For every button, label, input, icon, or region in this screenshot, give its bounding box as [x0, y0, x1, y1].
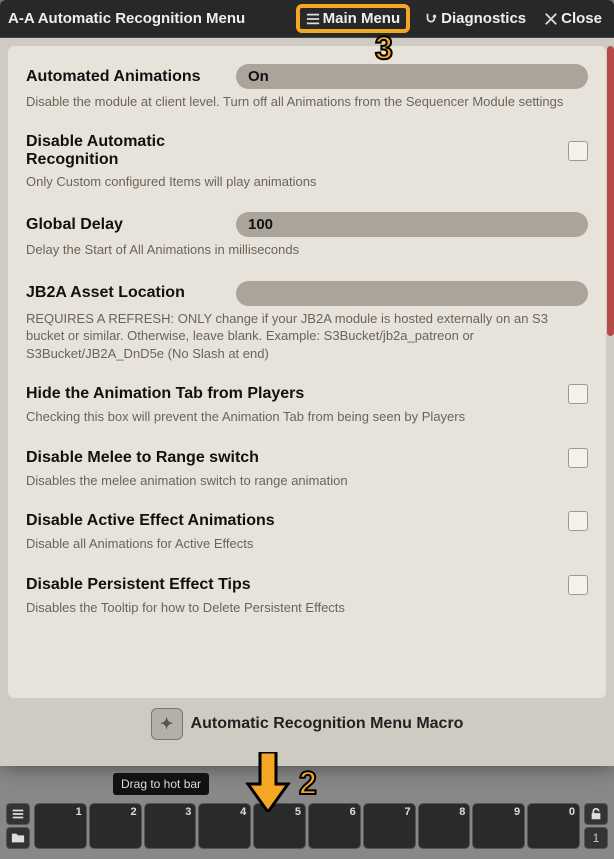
- close-button[interactable]: Close: [540, 8, 606, 29]
- setting-label: Disable Melee to Range switch: [26, 449, 568, 467]
- setting-label: Disable Persistent Effect Tips: [26, 576, 568, 594]
- setting-desc: Disable all Animations for Active Effect…: [26, 535, 588, 553]
- hotbar-page-number: 1: [593, 831, 600, 845]
- setting-label: Disable Active Effect Animations: [26, 512, 568, 530]
- setting-desc: Disable the module at client level. Turn…: [26, 93, 588, 111]
- close-label: Close: [561, 10, 602, 27]
- slot-number: 6: [350, 806, 356, 818]
- persist-tips-checkbox[interactable]: [568, 575, 588, 595]
- drag-tooltip: Drag to hot bar: [113, 773, 209, 795]
- hotbar-right-controls: 1: [584, 803, 608, 849]
- automated-animations-select[interactable]: On: [236, 64, 588, 89]
- slot-number: 1: [76, 806, 82, 818]
- setting-label: Global Delay: [26, 216, 236, 234]
- macro-label: Automatic Recognition Menu Macro: [191, 715, 464, 733]
- hotbar-slot[interactable]: 7: [363, 803, 416, 849]
- setting-label: Hide the Animation Tab from Players: [26, 385, 568, 403]
- hotbar-lock-button[interactable]: [584, 803, 608, 825]
- settings-window: A-A Automatic Recognition Menu Main Menu…: [0, 0, 614, 766]
- setting-desc: Disables the Tooltip for how to Delete P…: [26, 599, 588, 617]
- bars-icon: [11, 807, 25, 821]
- main-menu-label: Main Menu: [323, 10, 401, 27]
- hotbar-slot[interactable]: 8: [418, 803, 471, 849]
- setting-row-active-effect: Disable Active Effect Animations: [26, 511, 588, 531]
- annotation-2: 2: [299, 765, 317, 802]
- hotbar-slots: 1 2 3 4 5 6 7 8 9 0: [34, 803, 580, 849]
- jb2a-input[interactable]: [236, 281, 588, 306]
- macro-footer: ✦ Automatic Recognition Menu Macro: [8, 698, 606, 758]
- hotbar-left-controls: [6, 803, 30, 849]
- melee-range-checkbox[interactable]: [568, 448, 588, 468]
- slot-number: 5: [295, 806, 301, 818]
- lock-open-icon: [589, 807, 603, 821]
- setting-desc: Disables the melee animation switch to r…: [26, 472, 588, 490]
- setting-desc: Checking this box will prevent the Anima…: [26, 408, 588, 426]
- content-wrap: Automated Animations On Disable the modu…: [0, 38, 614, 766]
- setting-desc: REQUIRES A REFRESH: ONLY change if your …: [26, 310, 588, 363]
- hotbar-slot[interactable]: 9: [472, 803, 525, 849]
- setting-label: Disable Automatic Recognition: [26, 133, 236, 169]
- hide-tab-checkbox[interactable]: [568, 384, 588, 404]
- list-icon: [306, 12, 320, 26]
- setting-row-automated-animations: Automated Animations On: [26, 64, 588, 89]
- hotbar-slot[interactable]: 0: [527, 803, 580, 849]
- arrow-down-icon: [244, 752, 292, 812]
- global-delay-input[interactable]: [236, 212, 588, 237]
- setting-label: Automated Animations: [26, 68, 236, 86]
- setting-row-hide-tab: Hide the Animation Tab from Players: [26, 384, 588, 404]
- hotbar-slot[interactable]: 6: [308, 803, 361, 849]
- main-menu-button[interactable]: Main Menu: [296, 4, 411, 33]
- folder-icon: [11, 831, 25, 845]
- hotbar-folder-button[interactable]: [6, 827, 30, 849]
- diagnostics-label: Diagnostics: [441, 10, 526, 27]
- macro-icon[interactable]: ✦: [151, 708, 183, 740]
- hotbar: 1 2 3 4 5 6 7 8 9 0 1: [2, 799, 612, 853]
- hotbar-slot[interactable]: 2: [89, 803, 142, 849]
- setting-row-persist-tips: Disable Persistent Effect Tips: [26, 575, 588, 595]
- settings-content[interactable]: Automated Animations On Disable the modu…: [8, 46, 606, 698]
- setting-desc: Delay the Start of All Animations in mil…: [26, 241, 588, 259]
- diagnostics-button[interactable]: Diagnostics: [420, 8, 530, 29]
- stethoscope-icon: [424, 12, 438, 26]
- hotbar-slot[interactable]: 1: [34, 803, 87, 849]
- hotbar-page-button[interactable]: 1: [584, 827, 608, 849]
- window-title: A-A Automatic Recognition Menu: [8, 10, 286, 27]
- slot-number: 7: [404, 806, 410, 818]
- setting-row-global-delay: Global Delay: [26, 212, 588, 237]
- hotbar-collapse-button[interactable]: [6, 803, 30, 825]
- setting-row-disable-auto: Disable Automatic Recognition: [26, 133, 588, 169]
- setting-row-jb2a: JB2A Asset Location: [26, 281, 588, 306]
- setting-row-melee-range: Disable Melee to Range switch: [26, 448, 588, 468]
- slot-number: 2: [130, 806, 136, 818]
- active-effect-checkbox[interactable]: [568, 511, 588, 531]
- slot-number: 9: [514, 806, 520, 818]
- annotation-3: 3: [375, 30, 393, 67]
- slot-number: 8: [459, 806, 465, 818]
- disable-auto-checkbox[interactable]: [568, 141, 588, 161]
- setting-label: JB2A Asset Location: [26, 284, 236, 302]
- setting-desc: Only Custom configured Items will play a…: [26, 173, 588, 191]
- titlebar: A-A Automatic Recognition Menu Main Menu…: [0, 0, 614, 38]
- slot-number: 3: [185, 806, 191, 818]
- scrollbar-thumb[interactable]: [607, 46, 614, 336]
- hotbar-slot[interactable]: 3: [144, 803, 197, 849]
- close-icon: [544, 12, 558, 26]
- slot-number: 0: [569, 806, 575, 818]
